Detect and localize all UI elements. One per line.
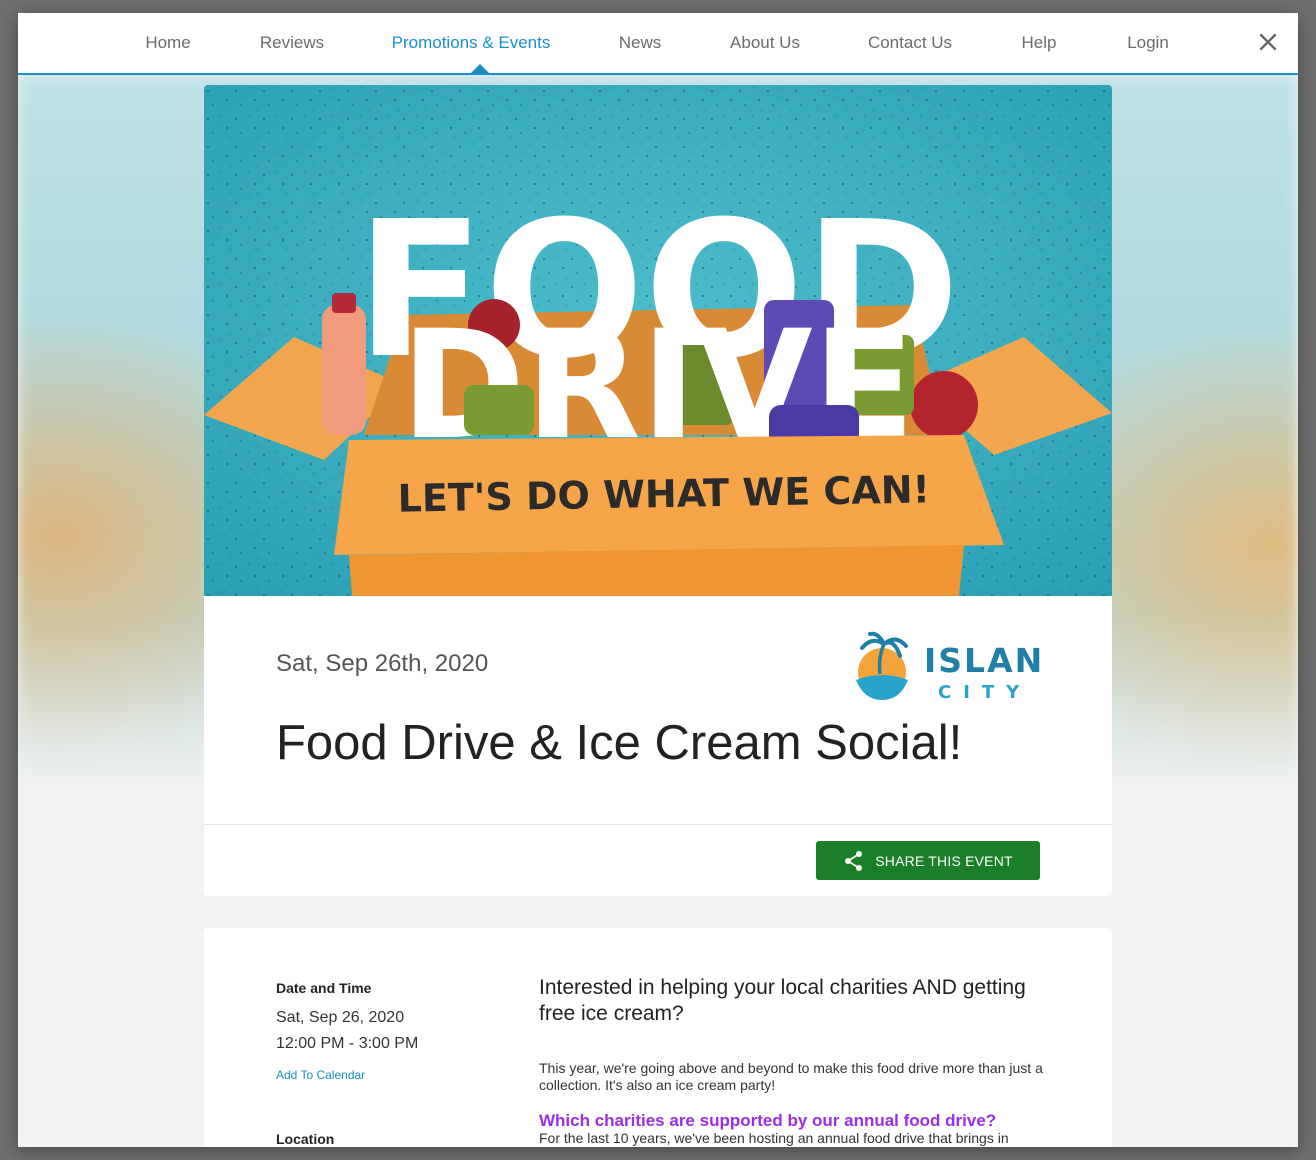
divider — [204, 824, 1112, 825]
share-event-button[interactable]: SHARE THIS EVENT — [816, 841, 1040, 880]
share-button-label: SHARE THIS EVENT — [875, 852, 1013, 869]
active-tab-indicator — [471, 64, 489, 73]
event-details-card: Date and Time Sat, Sep 26, 2020 12:00 PM… — [204, 928, 1112, 1147]
logo-line1: ISLAND — [924, 641, 1044, 680]
nav-about-us[interactable]: About Us — [730, 13, 800, 73]
description-paragraph-2: For the last 10 years, we've been hostin… — [539, 1130, 1009, 1146]
nav-news[interactable]: News — [619, 13, 662, 73]
banner-tagline: LET'S DO WHAT WE CAN! — [397, 467, 930, 520]
event-date: Sat, Sep 26th, 2020 — [276, 650, 489, 677]
top-navigation: Home Reviews Promotions & Events News Ab… — [18, 13, 1298, 75]
event-banner-image: FOOD DRIVE LET'S DO WHAT WE CAN! — [204, 85, 1112, 596]
nav-help[interactable]: Help — [1022, 13, 1057, 73]
event-title: Food Drive & Ice Cream Social! — [276, 716, 963, 770]
nav-login[interactable]: Login — [1127, 13, 1169, 73]
nav-contact-us[interactable]: Contact Us — [868, 13, 952, 73]
description-subheading: Which charities are supported by our ann… — [539, 1111, 997, 1130]
event-header-card: FOOD DRIVE LET'S DO WHAT WE CAN! Sat, Se… — [204, 85, 1112, 896]
description-heading: Interested in helping your local chariti… — [539, 976, 1026, 1025]
share-icon — [845, 850, 863, 871]
add-to-calendar-link[interactable]: Add To Calendar — [276, 1068, 365, 1082]
event-modal: Home Reviews Promotions & Events News Ab… — [18, 13, 1298, 1147]
nav-home[interactable]: Home — [145, 13, 190, 73]
island-city-logo: ISLAND CITY — [856, 631, 1044, 702]
nav-reviews[interactable]: Reviews — [260, 13, 324, 73]
logo-line2: CITY — [938, 682, 1031, 702]
event-detail-date: Sat, Sep 26, 2020 — [276, 1009, 405, 1026]
description-paragraph: This year, we're going above and beyond … — [539, 1060, 1043, 1093]
event-detail-time: 12:00 PM - 3:00 PM — [276, 1035, 419, 1052]
close-icon[interactable] — [1256, 30, 1280, 54]
date-time-label: Date and Time — [276, 980, 372, 996]
location-label: Location — [276, 1131, 335, 1147]
